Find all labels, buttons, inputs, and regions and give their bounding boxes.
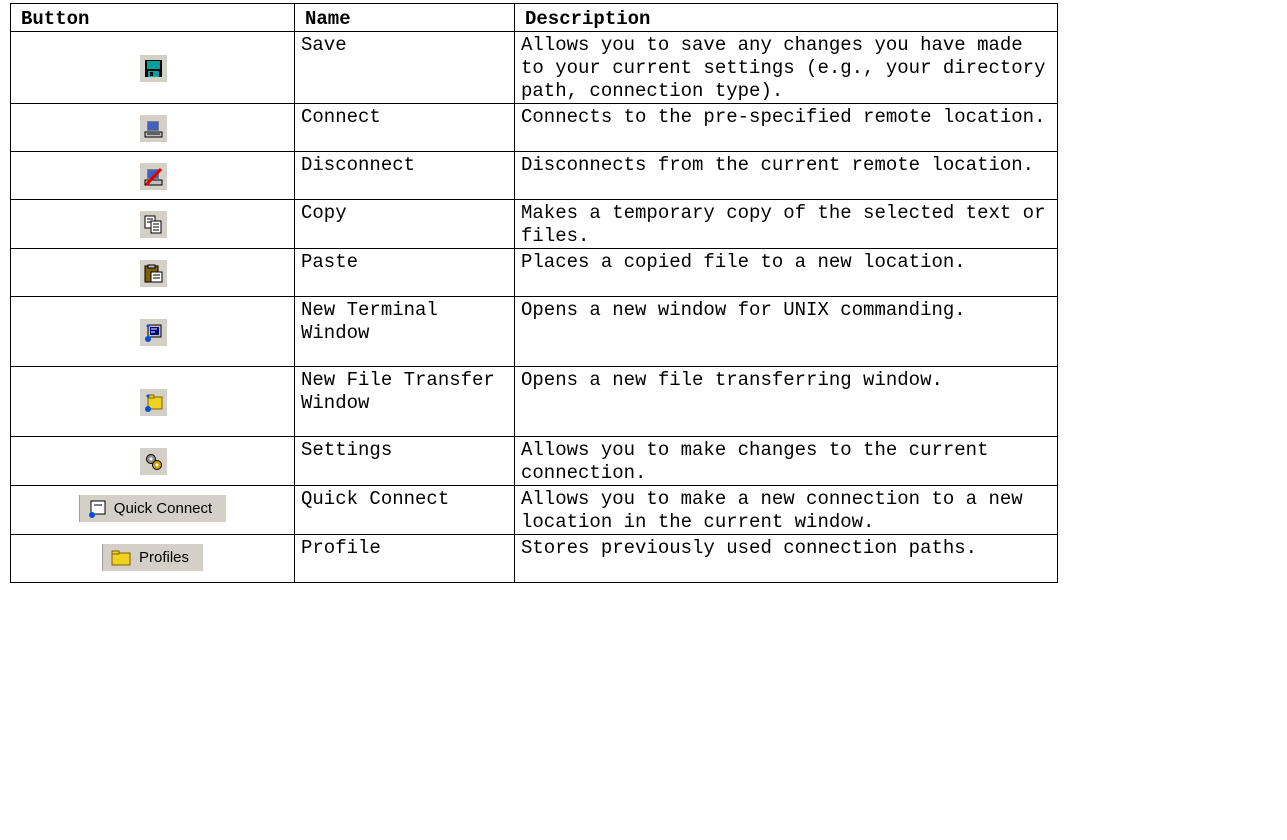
button-cell bbox=[10, 151, 295, 200]
table-row: Quick Connect Quick Connect Allows you t… bbox=[10, 485, 1058, 535]
button-cell bbox=[10, 436, 295, 486]
row-description: Allows you to make changes to the curren… bbox=[514, 436, 1058, 486]
row-name: Save bbox=[294, 31, 515, 104]
row-name: New File Transfer Window bbox=[294, 366, 515, 437]
row-description: Opens a new file transferring window. bbox=[514, 366, 1058, 437]
button-cell bbox=[10, 199, 295, 249]
paste-clipboard-icon bbox=[144, 264, 162, 282]
table-row: Paste Places a copied file to a new loca… bbox=[10, 248, 1058, 297]
table-row: Settings Allows you to make changes to t… bbox=[10, 436, 1058, 486]
row-name: New Terminal Window bbox=[294, 296, 515, 367]
header-name: Name bbox=[294, 3, 515, 32]
row-description: Allows you to make a new connection to a… bbox=[514, 485, 1058, 535]
table-row: Copy Makes a temporary copy of the selec… bbox=[10, 199, 1058, 249]
button-cell bbox=[10, 103, 295, 152]
row-name: Quick Connect bbox=[294, 485, 515, 535]
button-cell: Profiles bbox=[10, 534, 295, 583]
row-description: Allows you to save any changes you have … bbox=[514, 31, 1058, 104]
computer-disconnect-icon bbox=[144, 167, 162, 186]
button-cell bbox=[10, 296, 295, 367]
file-transfer-window-icon bbox=[144, 394, 162, 412]
quick-connect-icon bbox=[88, 500, 106, 518]
quick-connect-button[interactable]: Quick Connect bbox=[78, 495, 227, 523]
button-cell bbox=[10, 31, 295, 104]
row-description: Stores previously used connection paths. bbox=[514, 534, 1058, 583]
row-name: Connect bbox=[294, 103, 515, 152]
table-row: Save Allows you to save any changes you … bbox=[10, 31, 1058, 104]
header-description: Description bbox=[514, 3, 1058, 32]
table-row: New Terminal Window Opens a new window f… bbox=[10, 296, 1058, 367]
button-cell bbox=[10, 366, 295, 437]
row-description: Disconnects from the current remote loca… bbox=[514, 151, 1058, 200]
copy-icon bbox=[144, 215, 161, 234]
row-description: Places a copied file to a new location. bbox=[514, 248, 1058, 297]
row-description: Opens a new window for UNIX commanding. bbox=[514, 296, 1058, 367]
new-file-transfer-window-button[interactable] bbox=[138, 387, 167, 416]
profiles-button[interactable]: Profiles bbox=[101, 544, 204, 572]
row-name: Disconnect bbox=[294, 151, 515, 200]
new-terminal-window-button[interactable] bbox=[138, 317, 167, 346]
row-name: Settings bbox=[294, 436, 515, 486]
terminal-window-icon bbox=[144, 324, 161, 342]
settings-gears-icon bbox=[145, 454, 162, 470]
table-row: Profiles Profile Stores previously used … bbox=[10, 534, 1058, 583]
table-row: Disconnect Disconnects from the current … bbox=[10, 151, 1058, 200]
quick-connect-button-label: Quick Connect bbox=[113, 500, 213, 518]
row-description: Connects to the pre-specified remote loc… bbox=[514, 103, 1058, 152]
disconnect-button[interactable] bbox=[138, 161, 167, 190]
row-name: Profile bbox=[294, 534, 515, 583]
button-cell bbox=[10, 248, 295, 297]
settings-button[interactable] bbox=[138, 447, 167, 475]
connect-button[interactable] bbox=[138, 113, 167, 142]
profiles-button-label: Profiles bbox=[138, 549, 190, 567]
toolbar-buttons-table: Button Name Description Save Allows you … bbox=[10, 3, 1058, 583]
save-button[interactable] bbox=[138, 53, 167, 82]
floppy-disk-icon bbox=[144, 59, 162, 77]
table-row: Connect Connects to the pre-specified re… bbox=[10, 103, 1058, 152]
paste-button[interactable] bbox=[138, 258, 167, 287]
folder-icon bbox=[111, 550, 131, 566]
row-name: Paste bbox=[294, 248, 515, 297]
header-button: Button bbox=[10, 3, 295, 32]
row-description: Makes a temporary copy of the selected t… bbox=[514, 199, 1058, 249]
row-name: Copy bbox=[294, 199, 515, 249]
header-row: Button Name Description bbox=[10, 3, 1058, 32]
copy-button[interactable] bbox=[138, 210, 167, 238]
computer-connect-icon bbox=[144, 120, 162, 137]
table-row: New File Transfer Window Opens a new fil… bbox=[10, 366, 1058, 437]
button-cell: Quick Connect bbox=[10, 485, 295, 535]
